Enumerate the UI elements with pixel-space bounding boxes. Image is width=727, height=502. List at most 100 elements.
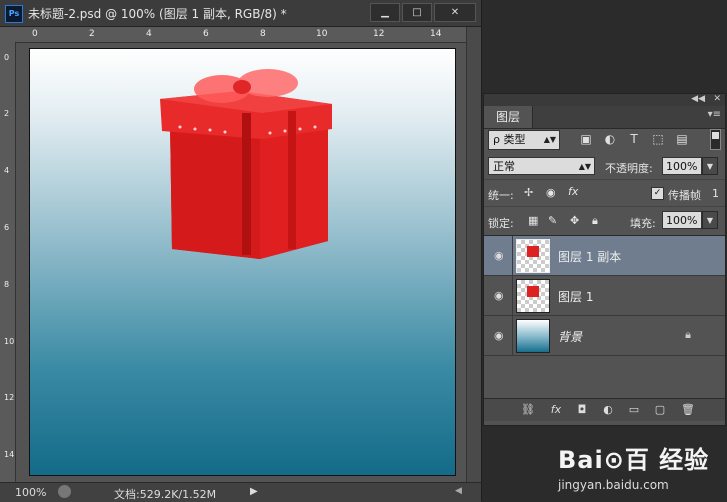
photoshop-logo-icon: Ps — [5, 5, 23, 23]
layer-name: 背景 — [558, 330, 583, 344]
document-info: 文档:529.2K/1.52M — [114, 488, 217, 501]
lock-position-icon[interactable]: ✥ — [570, 214, 579, 227]
shape-filter-icon[interactable]: ⬚ — [651, 132, 665, 146]
ruler-v-label: 0 — [4, 53, 10, 62]
layers-list: ◉ 图层 1 副本 ◉ 图层 1 ◉ 背景 🔒︎ — [484, 235, 725, 399]
adjustment-layer-icon[interactable]: ◐ — [600, 403, 616, 417]
background-thumbnail — [516, 319, 550, 353]
unify-visibility-icon[interactable]: ◉ — [546, 186, 556, 199]
layer-name: 图层 1 副本 — [558, 250, 622, 264]
blend-mode-value: 正常 — [493, 160, 515, 173]
ruler-h-label: 12 — [373, 29, 385, 39]
opacity-label: 不透明度: — [605, 162, 653, 175]
lock-row: 锁定: ▦ ✎ ✥ 🔒︎ 填充: 100% ▼ — [484, 206, 725, 235]
vertical-scrollbar[interactable] — [466, 27, 481, 482]
minimize-button[interactable]: ▁ — [370, 3, 400, 22]
toggle-knob — [712, 132, 719, 139]
filter-toggle[interactable] — [710, 129, 721, 150]
new-layer-icon[interactable]: ▢ — [652, 403, 668, 417]
smart-object-filter-icon[interactable]: ▤ — [675, 132, 689, 146]
document-window: Ps 未标题-2.psd @ 100% (图层 1 副本, RGB/8) * ▁… — [0, 0, 482, 502]
scroll-left-icon[interactable]: ◀ — [455, 486, 462, 496]
ruler-h-label: 4 — [146, 29, 152, 39]
visibility-toggle[interactable]: ◉ — [484, 276, 513, 315]
eye-icon: ◉ — [494, 329, 504, 342]
status-info-icon[interactable] — [58, 485, 71, 498]
zoom-level[interactable]: 100% — [15, 486, 46, 499]
lock-image-icon[interactable]: ✎ — [548, 214, 557, 227]
panel-tabs: 图层 ▾≡ — [484, 106, 725, 129]
maximize-button[interactable]: □ — [402, 3, 432, 22]
link-layers-icon[interactable]: ⛓ — [520, 403, 536, 417]
watermark-url: jingyan.baidu.com — [558, 478, 669, 492]
chevron-down-icon: ▲▼ — [578, 162, 591, 171]
baidu-watermark: Bai⊙百 经验 jingyan.baidu.com — [558, 440, 718, 496]
ruler-h-label: 6 — [203, 29, 209, 39]
trash-icon[interactable]: 🗑︎ — [680, 403, 696, 417]
opacity-input[interactable]: 100% — [662, 157, 702, 175]
filter-kind-label: ρ 类型 — [493, 133, 526, 146]
propagate-label: 传播帧 — [668, 189, 701, 202]
eye-icon: ◉ — [494, 289, 504, 302]
layer-row[interactable]: ◉ 图层 1 副本 — [484, 236, 725, 276]
pixel-filter-icon[interactable]: ▣ — [579, 132, 593, 146]
ruler-h-label: 14 — [430, 29, 442, 39]
filter-kind-select[interactable]: ρ 类型 ▲▼ — [488, 130, 560, 150]
status-menu-arrow-icon[interactable]: ▶ — [250, 486, 258, 497]
ruler-v-label: 4 — [4, 166, 10, 175]
unify-row: 统一: ✢ ◉ fx ✓ 传播帧 1 — [484, 179, 725, 207]
lock-transparent-icon[interactable]: ▦ — [528, 214, 538, 227]
panel-footer: ⛓ fx ◘ ◐ ▭ ▢ 🗑︎ — [484, 398, 725, 421]
ruler-v-label: 8 — [4, 280, 10, 289]
status-bar: 100% 文档:529.2K/1.52M ▶ ◀ — [0, 482, 481, 502]
ruler-v-label: 10 — [4, 337, 15, 346]
ruler-v-label: 2 — [4, 109, 10, 118]
collapse-icon[interactable]: ◀◀ — [691, 94, 705, 104]
layers-panel: ◀◀ ✕ 图层 ▾≡ ρ 类型 ▲▼ ▣ ◐ T ⬚ ▤ 正常 ▲▼ 不透明度:… — [483, 93, 726, 426]
ruler-h-label: 10 — [316, 29, 328, 39]
add-style-icon[interactable]: fx — [548, 403, 564, 417]
vertical-ruler[interactable]: 0 2 4 6 8 10 12 14 — [0, 42, 16, 482]
close-button[interactable]: ✕ — [434, 3, 476, 22]
lock-icon: 🔒︎ — [685, 328, 691, 341]
lock-all-icon[interactable]: 🔒︎ — [592, 214, 598, 228]
tab-layers[interactable]: 图层 — [484, 106, 533, 128]
document-titlebar[interactable]: Ps 未标题-2.psd @ 100% (图层 1 副本, RGB/8) * ▁… — [0, 0, 481, 27]
eye-icon: ◉ — [494, 249, 504, 262]
ruler-origin[interactable] — [0, 27, 17, 43]
layer-thumbnail — [516, 239, 550, 273]
layer-row[interactable]: ◉ 图层 1 — [484, 276, 725, 316]
panel-menu-icon[interactable]: ▾≡ — [708, 109, 721, 120]
ruler-v-label: 12 — [4, 393, 15, 402]
new-group-icon[interactable]: ▭ — [626, 403, 642, 417]
panel-header[interactable]: ◀◀ ✕ — [484, 94, 725, 106]
visibility-toggle[interactable]: ◉ — [484, 236, 513, 275]
fill-label: 填充: — [630, 217, 656, 230]
document-canvas[interactable] — [29, 48, 456, 476]
fill-dropdown-button[interactable]: ▼ — [702, 211, 718, 229]
horizontal-ruler[interactable]: 0 2 4 6 8 10 12 14 — [16, 27, 466, 43]
gift-thumbnail — [527, 286, 539, 297]
add-mask-icon[interactable]: ◘ — [574, 403, 590, 417]
layer-row[interactable]: ◉ 背景 🔒︎ — [484, 316, 725, 356]
fill-input[interactable]: 100% — [662, 211, 702, 229]
opacity-dropdown-button[interactable]: ▼ — [702, 157, 718, 175]
ruler-v-label: 6 — [4, 223, 10, 232]
type-filter-icon[interactable]: T — [627, 132, 641, 146]
lock-label: 锁定: — [488, 217, 514, 230]
panel-close-icon[interactable]: ✕ — [713, 94, 721, 104]
chevron-down-icon: ▲▼ — [543, 135, 556, 144]
unify-label: 统一: — [488, 189, 514, 202]
baidu-logo: Bai⊙百 经验 — [558, 446, 710, 474]
layer-name: 图层 1 — [558, 290, 594, 304]
ruler-h-label: 8 — [260, 29, 266, 39]
adjustment-filter-icon[interactable]: ◐ — [603, 132, 617, 146]
unify-style-icon[interactable]: fx — [568, 185, 578, 198]
layer-thumbnail — [516, 279, 550, 313]
blend-mode-select[interactable]: 正常 ▲▼ — [488, 157, 595, 175]
ruler-h-label: 0 — [32, 29, 38, 39]
propagate-checkbox[interactable]: ✓ — [651, 187, 664, 200]
visibility-toggle[interactable]: ◉ — [484, 316, 513, 355]
gift-thumbnail — [527, 246, 539, 257]
unify-position-icon[interactable]: ✢ — [524, 186, 533, 199]
